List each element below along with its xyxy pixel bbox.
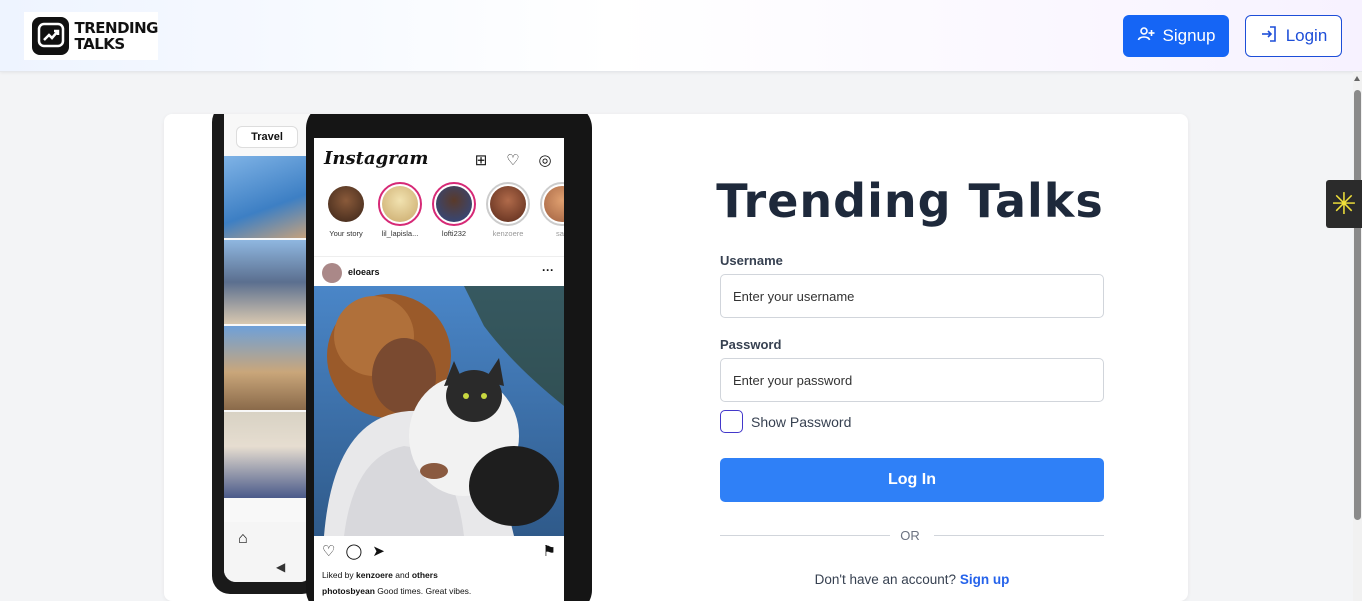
- more-options-icon: ···: [542, 263, 554, 277]
- signup-label: Signup: [1162, 26, 1216, 45]
- story-item: lofti232: [432, 182, 476, 254]
- app-header: Instagram ⊞ ♡ ◎: [314, 138, 564, 182]
- page-title: Trending Talks: [716, 174, 1104, 228]
- login-card: Travel ⌂ ◀ Instagram ⊞ ♡ ◎ Your story li…: [164, 114, 1188, 601]
- scrollbar-thumb[interactable]: [1354, 90, 1361, 520]
- login-label: Login: [1285, 26, 1328, 45]
- top-navbar: TRENDING TALKS Signup Login: [0, 0, 1362, 72]
- story-item: Your story: [324, 182, 368, 254]
- brand-name: TRENDING TALKS: [74, 19, 159, 53]
- comment-icon: ◯: [345, 543, 363, 560]
- post-photo: [314, 286, 564, 536]
- login-arrow-icon: [1260, 25, 1278, 48]
- story-item: sap: [540, 182, 564, 254]
- signup-prompt: Don't have an account? Sign up: [720, 572, 1104, 587]
- gallery-image: [224, 326, 310, 410]
- messenger-icon: ◎: [538, 152, 552, 169]
- likes-text: Liked by kenzoere and others: [322, 570, 438, 580]
- avatar: [322, 263, 342, 283]
- home-icon: ⌂: [238, 530, 248, 547]
- signup-link[interactable]: Sign up: [960, 572, 1010, 587]
- username-input[interactable]: [720, 274, 1104, 318]
- gallery-image: [224, 240, 310, 324]
- gallery-image: [224, 412, 310, 498]
- back-phone-nav: ⌂ ◀: [224, 522, 312, 582]
- username-label: Username: [720, 253, 783, 268]
- divider-line: [720, 535, 890, 536]
- like-icon: ♡: [322, 543, 336, 560]
- back-phone-screen: Travel ⌂ ◀: [224, 114, 312, 582]
- travel-tag: Travel: [236, 126, 298, 148]
- user-plus-icon: [1137, 25, 1155, 48]
- story-item: lil_lapisla...: [378, 182, 422, 254]
- scroll-up-arrow-icon[interactable]: [1354, 76, 1360, 81]
- login-submit-button[interactable]: Log In: [720, 458, 1104, 502]
- sparkle-icon[interactable]: ✳: [1326, 180, 1362, 228]
- caption-text: photosbyean Good times. Great vibes.: [322, 586, 472, 596]
- bookmark-icon: ⚑: [542, 543, 556, 560]
- show-password-checkbox[interactable]: [720, 410, 743, 433]
- password-input[interactable]: [720, 358, 1104, 402]
- login-button[interactable]: Login: [1245, 15, 1342, 57]
- post-actions: ♡ ◯ ➤: [322, 542, 385, 560]
- trending-chart-icon: [32, 17, 69, 55]
- divider-line: [934, 535, 1104, 536]
- divider-text: OR: [900, 528, 920, 543]
- back-triangle-icon: ◀: [276, 560, 286, 574]
- gallery-image: [224, 156, 310, 238]
- post-header: eloears ···: [314, 256, 564, 286]
- password-label: Password: [720, 337, 782, 352]
- stories-row: Your story lil_lapisla... lofti232 kenzo…: [314, 182, 564, 254]
- brand-logo[interactable]: TRENDING TALKS: [24, 12, 159, 60]
- story-item: kenzoere: [486, 182, 530, 254]
- signup-button[interactable]: Signup: [1123, 15, 1229, 57]
- share-icon: ➤: [372, 543, 385, 560]
- post-username: eloears: [348, 267, 380, 277]
- front-phone-screen: Instagram ⊞ ♡ ◎ Your story lil_lapisla..…: [314, 138, 564, 601]
- add-post-icon: ⊞: [474, 152, 488, 169]
- heart-icon: ♡: [506, 152, 520, 169]
- app-logo: Instagram: [324, 148, 429, 169]
- show-password-label[interactable]: Show Password: [751, 414, 851, 430]
- no-account-text: Don't have an account?: [814, 572, 957, 587]
